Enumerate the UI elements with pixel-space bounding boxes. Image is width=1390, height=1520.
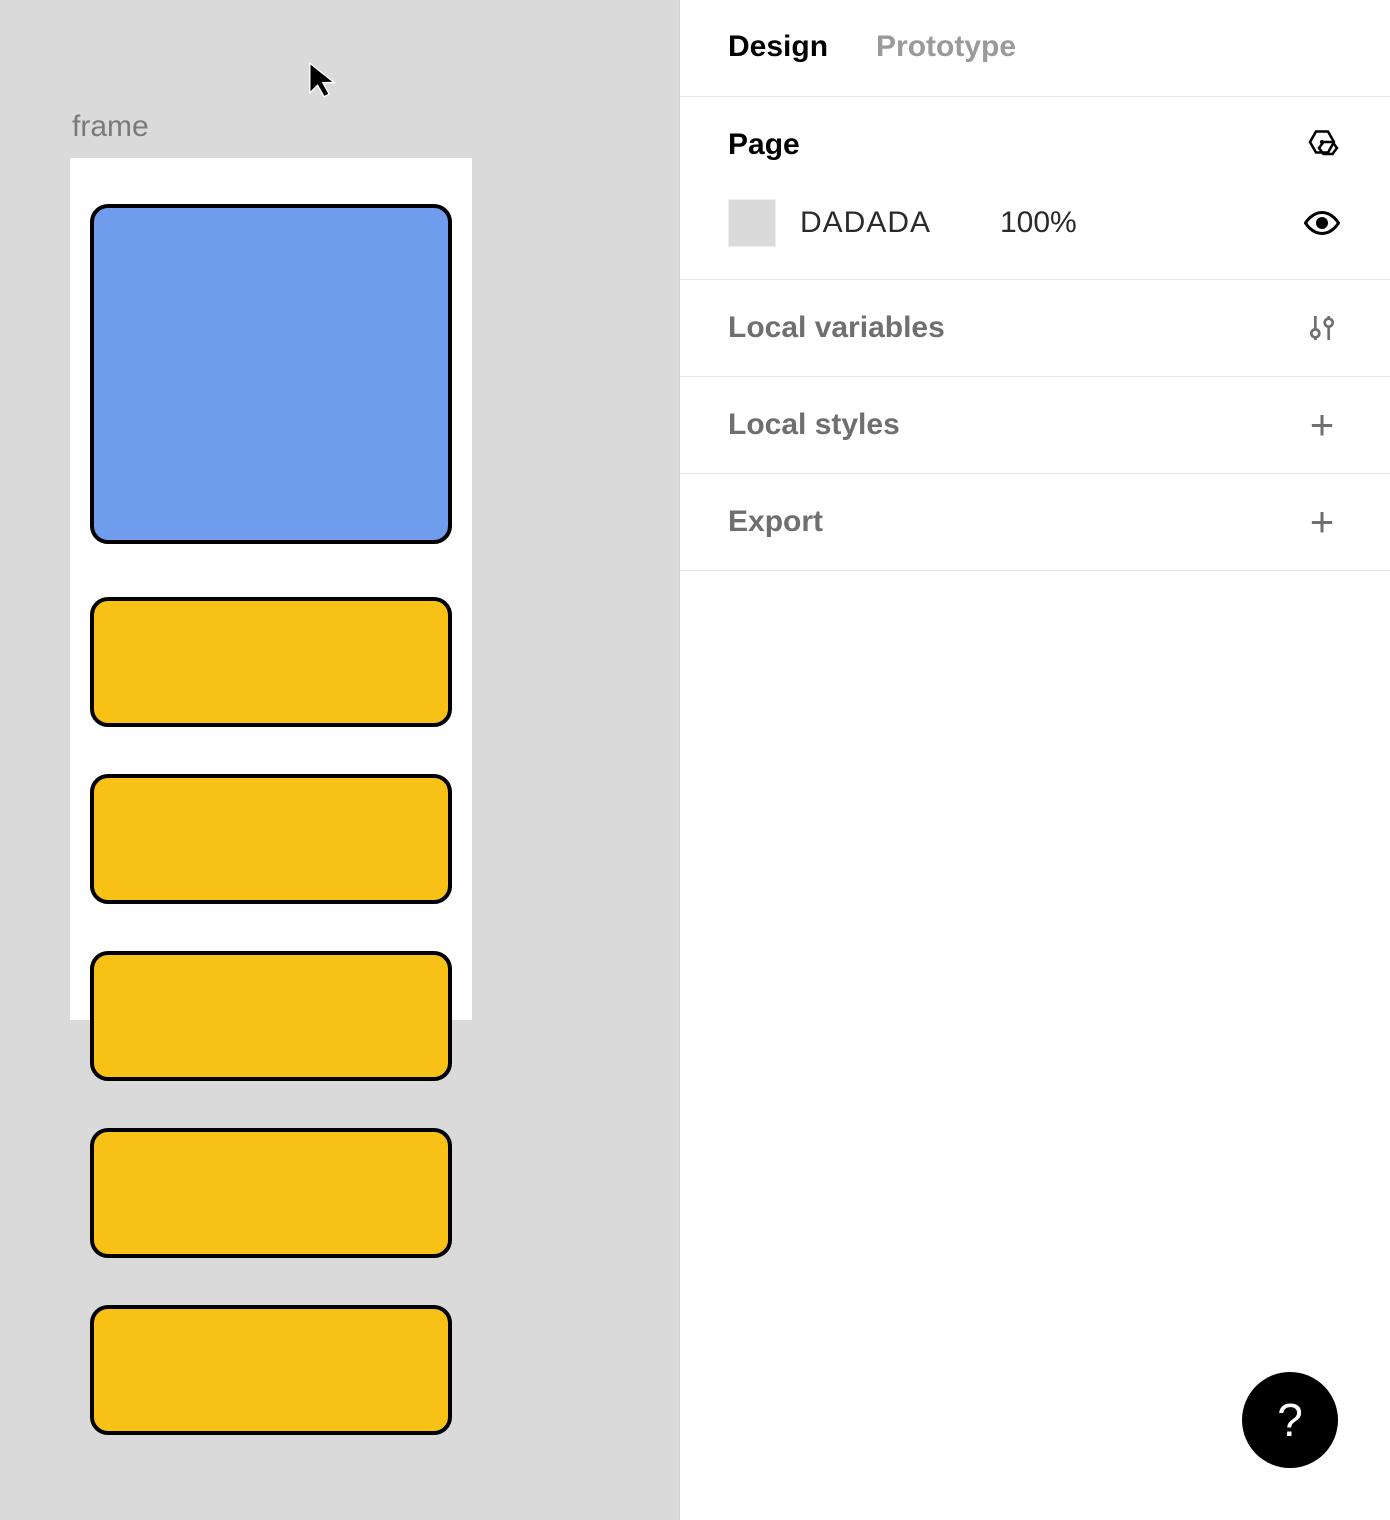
page-color-hex[interactable]: DADADA: [800, 206, 1000, 240]
page-color-row[interactable]: DADADA 100%: [680, 193, 1390, 279]
section-export: Export +: [680, 474, 1390, 571]
canvas-shape-3[interactable]: [90, 951, 452, 1081]
export-title: Export: [728, 505, 823, 539]
add-export-button[interactable]: +: [1302, 502, 1342, 542]
variables-icon[interactable]: [1302, 125, 1342, 165]
page-title: Page: [728, 128, 800, 162]
panel-tabs: Design Prototype: [680, 0, 1390, 97]
canvas-shape-4[interactable]: [90, 1128, 452, 1258]
visibility-icon[interactable]: [1302, 203, 1342, 243]
plus-icon: +: [1310, 404, 1335, 446]
canvas-shape-0[interactable]: [90, 204, 452, 544]
frame-label[interactable]: frame: [72, 110, 149, 144]
inspector-panel: Design Prototype Page DADADA 100%: [680, 0, 1390, 1520]
section-local-styles: Local styles +: [680, 377, 1390, 474]
plus-icon: +: [1310, 501, 1335, 543]
canvas[interactable]: frame: [0, 0, 680, 1520]
page-color-opacity[interactable]: 100%: [1000, 206, 1302, 240]
help-icon: ?: [1277, 1393, 1303, 1447]
tab-design[interactable]: Design: [728, 30, 828, 64]
local-variables-title: Local variables: [728, 311, 945, 345]
cursor-icon: [308, 62, 340, 103]
canvas-shape-2[interactable]: [90, 774, 452, 904]
settings-sliders-icon[interactable]: [1302, 308, 1342, 348]
help-button[interactable]: ?: [1242, 1372, 1338, 1468]
page-color-swatch[interactable]: [728, 199, 776, 247]
canvas-shape-1[interactable]: [90, 597, 452, 727]
section-local-variables: Local variables: [680, 280, 1390, 377]
section-page: Page DADADA 100%: [680, 97, 1390, 280]
add-local-style-button[interactable]: +: [1302, 405, 1342, 445]
local-styles-title: Local styles: [728, 408, 900, 442]
tab-prototype[interactable]: Prototype: [876, 30, 1016, 64]
canvas-shape-5[interactable]: [90, 1305, 452, 1435]
